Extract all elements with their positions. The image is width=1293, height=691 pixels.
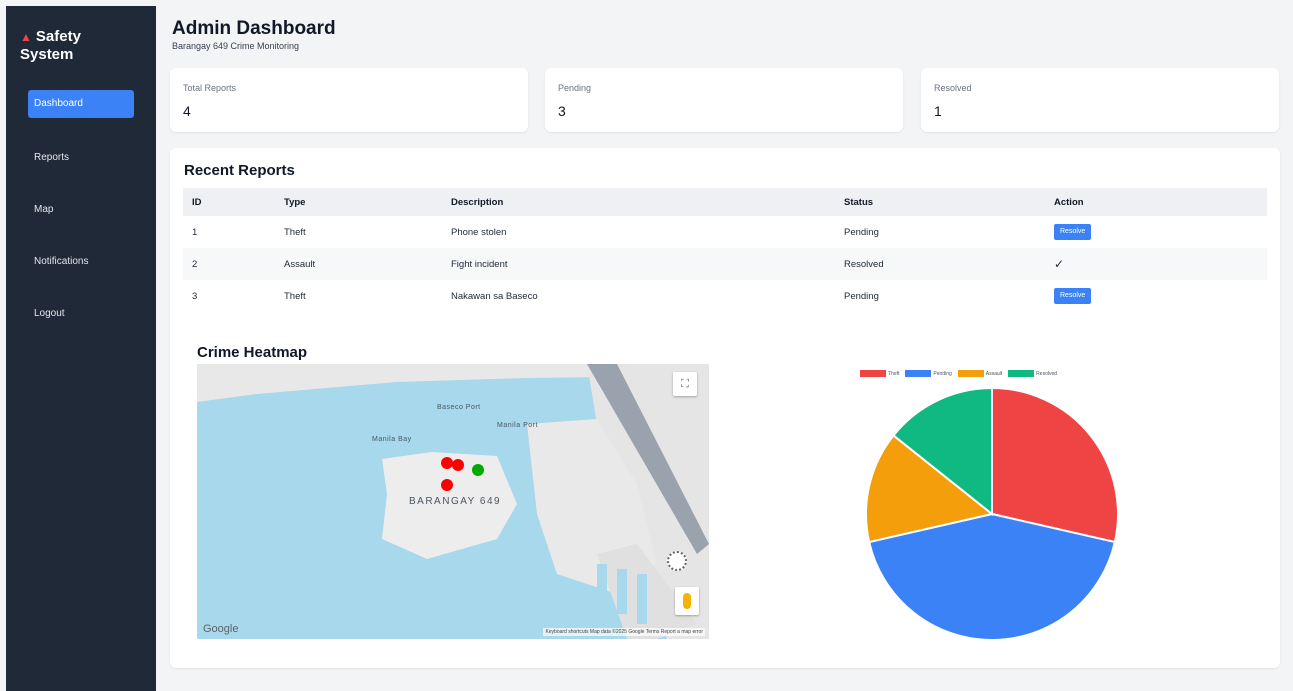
table-row: 1 Theft Phone stolen Pending Resolve: [183, 216, 1267, 248]
stat-value: 1: [934, 103, 942, 119]
legend-swatch: [1008, 370, 1035, 377]
sidebar-item-reports[interactable]: Reports: [28, 144, 134, 172]
table-row: 2 Assault Fight incident Resolved ✓: [183, 248, 1267, 280]
column-header-status: Status: [844, 196, 874, 208]
google-logo: Google: [203, 623, 239, 635]
crime-marker[interactable]: [441, 479, 453, 491]
barangay-label: BARANGAY 649: [409, 496, 502, 507]
cell-status: Pending: [844, 290, 879, 302]
reports-panel: Recent Reports ID Type Description Statu…: [170, 148, 1280, 668]
legend-swatch: [957, 370, 984, 377]
column-header-id: ID: [192, 196, 202, 208]
cell-status: Pending: [844, 226, 879, 238]
map-label: Baseco Port: [437, 404, 481, 411]
stat-value: 4: [183, 103, 191, 119]
legend-item-pending[interactable]: Pending: [905, 370, 952, 377]
map-label: Manila Bay: [372, 436, 412, 443]
report-pie-chart: [865, 386, 1119, 641]
column-header-description: Description: [451, 196, 504, 208]
heatmap-title: Crime Heatmap: [197, 344, 308, 361]
legend-swatch: [860, 370, 886, 377]
chart-legend: Theft Pending Assault Resolved: [860, 370, 1060, 377]
legend-label: Pending: [933, 370, 952, 377]
sidebar-item-notifications[interactable]: Notifications: [28, 248, 134, 276]
table-header-row: ID Type Description Status Action: [183, 188, 1267, 216]
cell-id: 1: [192, 226, 198, 238]
cell-action: ✓: [1045, 248, 1267, 280]
column-header-type: Type: [284, 196, 306, 208]
cell-type: Assault: [284, 258, 316, 270]
resolve-button[interactable]: Resolve: [1054, 224, 1092, 240]
brand-line-1: Safety: [35, 28, 81, 45]
cell-id: 2: [192, 258, 198, 270]
crime-heatmap-map[interactable]: Baseco Port Manila Port Manila Bay BARAN…: [197, 364, 709, 639]
cell-action: Resolve: [1045, 280, 1267, 312]
resolve-button[interactable]: Resolve: [1054, 288, 1092, 304]
resolved-marker[interactable]: [472, 464, 484, 476]
sidebar: ▲ Safety System Dashboard Reports Map Not…: [6, 6, 156, 691]
brand: ▲ Safety System: [20, 28, 81, 64]
map-label: Manila Port: [497, 422, 538, 429]
my-location-icon[interactable]: [667, 551, 687, 571]
stat-card-total: Total Reports 4: [170, 68, 528, 132]
main-content: Admin Dashboard Barangay 649 Crime Monit…: [156, 0, 1293, 691]
cell-type: Theft: [284, 226, 306, 238]
reports-table: ID Type Description Status Action 1 Thef…: [183, 188, 1267, 312]
page-title: Admin Dashboard: [172, 18, 336, 39]
sidebar-item-dashboard[interactable]: Dashboard: [28, 90, 134, 118]
cell-description: Nakawan sa Baseco: [451, 290, 538, 302]
legend-item-assault[interactable]: Assault: [957, 370, 1003, 377]
legend-label: Assault: [985, 370, 1003, 377]
cell-description: Fight incident: [451, 258, 508, 270]
stat-card-pending: Pending 3: [545, 68, 903, 132]
brand-line-2: System: [20, 46, 74, 63]
cell-status: Resolved: [844, 258, 884, 270]
map-attribution-footer[interactable]: Keyboard shortcuts Map data ©2025 Google…: [543, 628, 705, 636]
stat-card-resolved: Resolved 1: [921, 68, 1279, 132]
stat-label: Resolved: [934, 83, 972, 93]
cell-type: Theft: [284, 290, 306, 302]
legend-label: Theft: [888, 370, 900, 377]
legend-item-theft[interactable]: Theft: [860, 370, 899, 377]
cell-action: Resolve: [1045, 216, 1267, 248]
legend-swatch: [905, 370, 932, 377]
recent-reports-title: Recent Reports: [184, 162, 295, 179]
cell-description: Phone stolen: [451, 226, 507, 238]
crime-marker[interactable]: [452, 459, 464, 471]
legend-item-resolved[interactable]: Resolved: [1008, 370, 1057, 377]
column-header-action: Action: [1054, 196, 1084, 208]
stat-label: Pending: [558, 83, 592, 93]
stat-label: Total Reports: [183, 83, 237, 93]
pegman-icon[interactable]: [675, 587, 699, 615]
legend-label: Resolved: [1036, 370, 1058, 377]
siren-icon: ▲: [20, 30, 32, 44]
resolved-check-icon: ✓: [1054, 257, 1065, 271]
sidebar-item-logout[interactable]: Logout: [28, 300, 134, 328]
stat-value: 3: [558, 103, 566, 119]
table-row: 3 Theft Nakawan sa Baseco Pending Resolv…: [183, 280, 1267, 312]
sidebar-item-map[interactable]: Map: [28, 196, 134, 224]
page-subtitle: Barangay 649 Crime Monitoring: [172, 41, 300, 51]
cell-id: 3: [192, 290, 198, 302]
fullscreen-icon[interactable]: ⛶: [673, 372, 697, 396]
